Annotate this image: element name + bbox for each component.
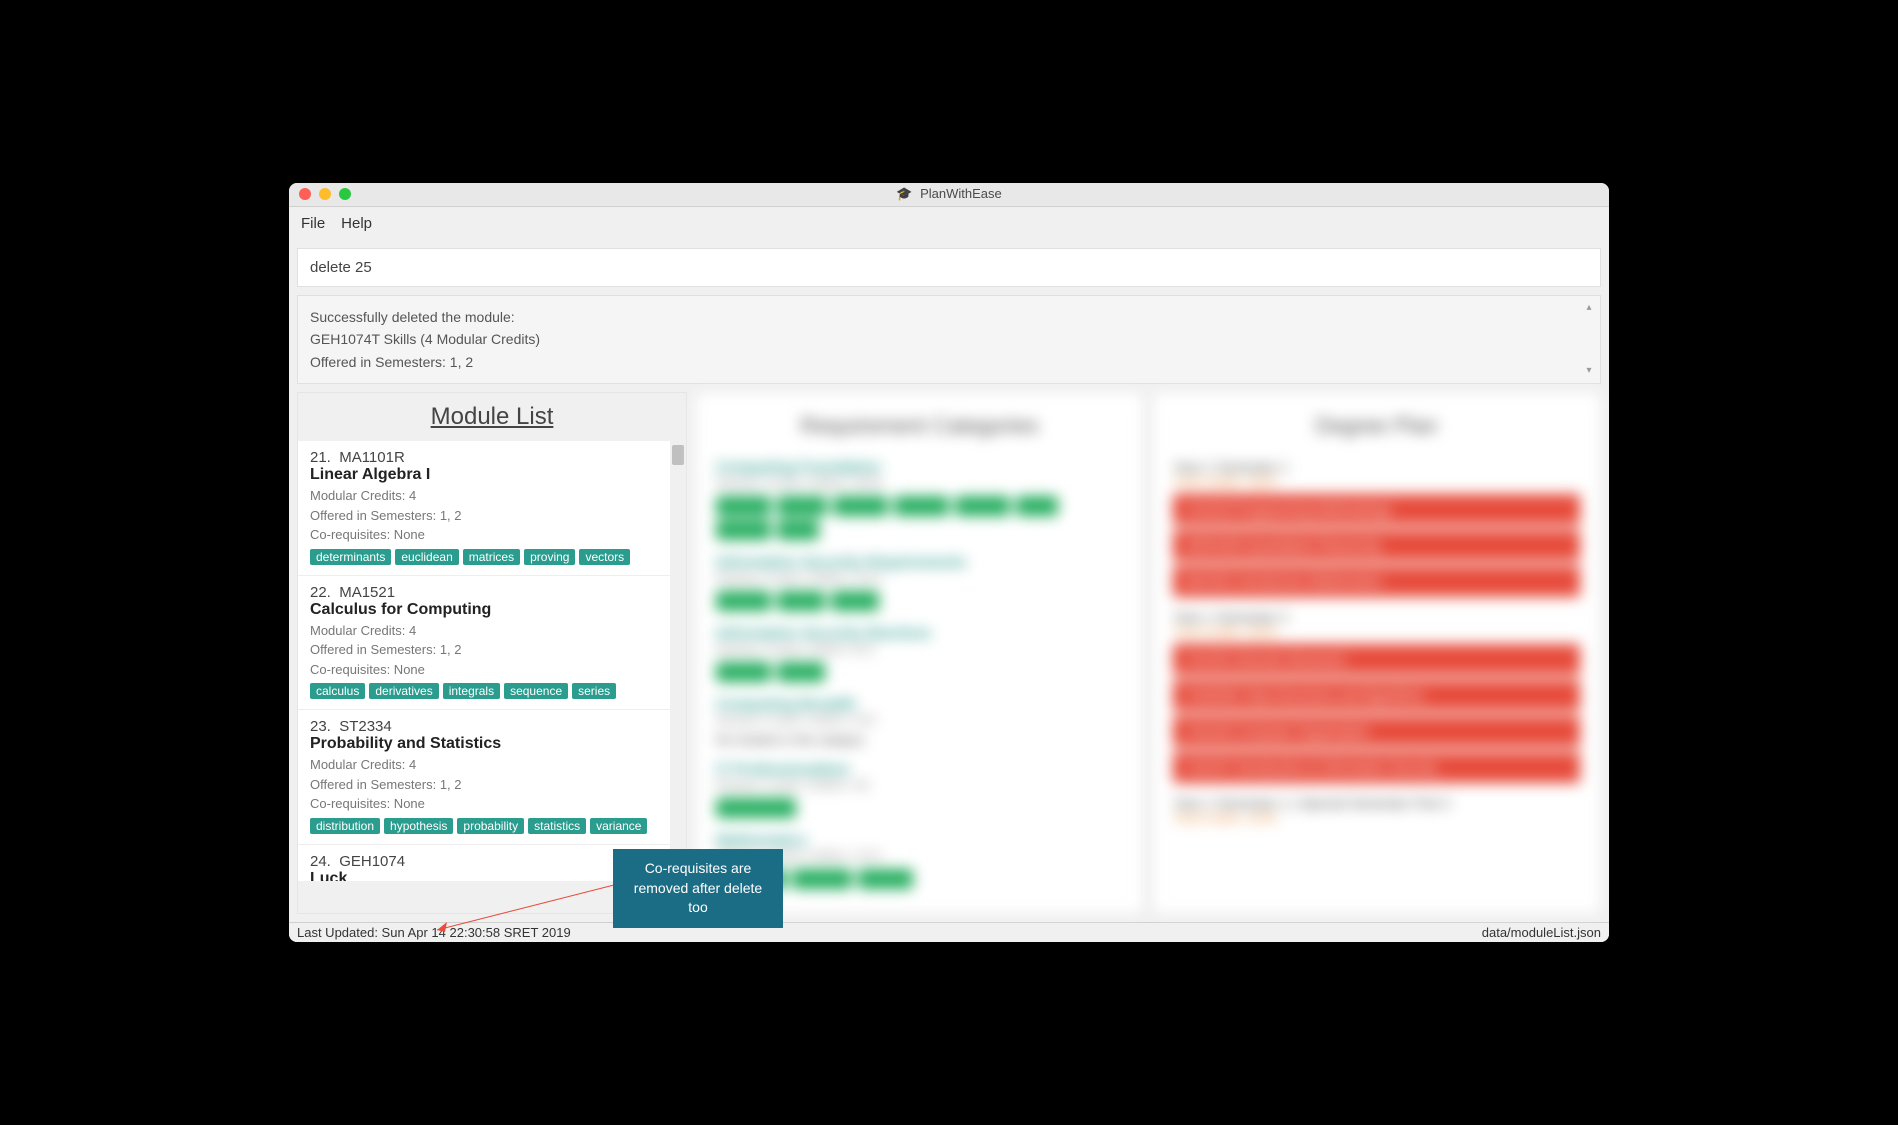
tag: calculus bbox=[310, 683, 365, 699]
scrollbar-thumb-bottom[interactable] bbox=[672, 857, 684, 877]
traffic-lights bbox=[289, 188, 351, 200]
tag: euclidean bbox=[395, 549, 458, 565]
menu-help[interactable]: Help bbox=[341, 215, 372, 232]
tag: proving bbox=[524, 549, 575, 565]
menu-file[interactable]: File bbox=[301, 215, 325, 232]
module-name: Linear Algebra I bbox=[310, 466, 674, 484]
module-tags: determinants euclidean matrices proving … bbox=[310, 549, 674, 565]
degree-plan-panel: Degree Plan Year 1 Semester 1 Total Cred… bbox=[1152, 392, 1601, 914]
module-credits: Modular Credits: 4 bbox=[310, 621, 674, 641]
graduation-cap-icon: 🎓 bbox=[896, 186, 912, 201]
tag: distribution bbox=[310, 818, 380, 834]
tag: determinants bbox=[310, 549, 391, 565]
app-window: 🎓 PlanWithEase File Help Successfully de… bbox=[289, 183, 1609, 942]
result-box: Successfully deleted the module: GEH1074… bbox=[297, 295, 1601, 384]
module-offered: Offered in Semesters: 1, 2 bbox=[310, 775, 674, 795]
module-list-panel: Module List 21. MA1101R Linear Algebra I… bbox=[297, 392, 687, 914]
module-tags: calculus derivatives integrals sequence … bbox=[310, 683, 674, 699]
tag: probability bbox=[457, 818, 524, 834]
command-input[interactable] bbox=[297, 248, 1601, 287]
statusbar: Last Updated: Sun Apr 14 22:30:58 SRET 2… bbox=[289, 922, 1609, 942]
panels-row: Module List 21. MA1101R Linear Algebra I… bbox=[289, 392, 1609, 922]
content-area: Successfully deleted the module: GEH1074… bbox=[289, 240, 1609, 922]
module-item[interactable]: 24. GEH1074 Luck Modular Credits: 4 Offe… bbox=[298, 845, 686, 882]
maximize-icon[interactable] bbox=[339, 188, 351, 200]
status-last-updated: Last Updated: Sun Apr 14 22:30:58 SRET 2… bbox=[297, 925, 571, 940]
close-icon[interactable] bbox=[299, 188, 311, 200]
module-index: 22. bbox=[310, 584, 331, 601]
requirement-categories-panel: Requirement Categories Computing Foundat… bbox=[695, 392, 1144, 914]
module-code: ST2334 bbox=[339, 718, 392, 735]
minimize-icon[interactable] bbox=[319, 188, 331, 200]
module-list[interactable]: 21. MA1101R Linear Algebra I Modular Cre… bbox=[298, 441, 686, 881]
result-line: Successfully deleted the module: bbox=[310, 306, 1588, 328]
module-coreq: Co-requisites: None bbox=[310, 525, 674, 545]
tag: sequence bbox=[504, 683, 568, 699]
module-offered: Offered in Semesters: 1, 2 bbox=[310, 640, 674, 660]
module-list-heading: Module List bbox=[298, 393, 686, 441]
window-title: 🎓 PlanWithEase bbox=[289, 186, 1609, 202]
tag: statistics bbox=[528, 818, 586, 834]
module-item[interactable]: 21. MA1101R Linear Algebra I Modular Cre… bbox=[298, 441, 686, 576]
scrollbar-thumb[interactable] bbox=[672, 445, 684, 465]
tag: derivatives bbox=[369, 683, 438, 699]
module-item[interactable]: 22. MA1521 Calculus for Computing Modula… bbox=[298, 576, 686, 711]
result-line: Offered in Semesters: 1, 2 bbox=[310, 351, 1588, 373]
module-code: MA1101R bbox=[339, 449, 405, 466]
module-tags: distribution hypothesis probability stat… bbox=[310, 818, 674, 834]
result-line: GEH1074T Skills (4 Modular Credits) bbox=[310, 328, 1588, 350]
module-item[interactable]: 23. ST2334 Probability and Statistics Mo… bbox=[298, 710, 686, 845]
module-list-scrollbar[interactable] bbox=[670, 441, 686, 881]
module-index: 21. bbox=[310, 449, 331, 466]
tag: matrices bbox=[463, 549, 520, 565]
requirement-heading: Requirement Categories bbox=[716, 413, 1123, 439]
menubar: File Help bbox=[289, 207, 1609, 240]
module-index: 24. bbox=[310, 853, 331, 870]
module-credits: Modular Credits: 4 bbox=[310, 486, 674, 506]
chevron-down-icon[interactable]: ▾ bbox=[1586, 363, 1591, 379]
module-code: GEH1074 bbox=[339, 853, 405, 870]
titlebar: 🎓 PlanWithEase bbox=[289, 183, 1609, 207]
tag: series bbox=[572, 683, 616, 699]
tag: variance bbox=[590, 818, 647, 834]
chevron-up-icon[interactable]: ▴ bbox=[1586, 300, 1591, 316]
tag: integrals bbox=[443, 683, 500, 699]
degree-plan-heading: Degree Plan bbox=[1173, 413, 1580, 439]
module-name: Probability and Statistics bbox=[310, 735, 674, 753]
result-scrollbar[interactable]: ▴ ▾ bbox=[1582, 300, 1596, 379]
module-credits: Modular Credits: 4 bbox=[310, 755, 674, 775]
module-coreq: Co-requisites: None bbox=[310, 660, 674, 680]
window-title-text: PlanWithEase bbox=[920, 186, 1002, 201]
module-name: Calculus for Computing bbox=[310, 601, 674, 619]
module-code: MA1521 bbox=[339, 584, 395, 601]
tag: hypothesis bbox=[384, 818, 453, 834]
module-name: Luck bbox=[310, 870, 674, 882]
module-offered: Offered in Semesters: 1, 2 bbox=[310, 506, 674, 526]
status-file-path: data/moduleList.json bbox=[1482, 925, 1601, 940]
module-index: 23. bbox=[310, 718, 331, 735]
module-coreq: Co-requisites: None bbox=[310, 794, 674, 814]
tag: vectors bbox=[579, 549, 630, 565]
